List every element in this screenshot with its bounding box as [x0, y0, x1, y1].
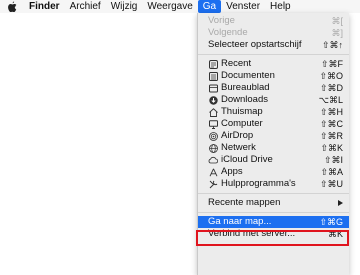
documents-icon [208, 71, 218, 81]
menu-item-shortcut: ⌥⌘L [318, 95, 343, 105]
menu-item-label: iCloud Drive [221, 154, 273, 165]
computer-icon [208, 119, 218, 129]
menu-item-label: Downloads [221, 94, 268, 105]
menu-item-airdrop[interactable]: AirDrop ⇧⌘R [198, 130, 349, 142]
menu-item-selecteer-opstartschijf[interactable]: Selecteer opstartschijf ⇧⌘↑ [198, 39, 349, 51]
menu-item-thuismap[interactable]: Thuismap ⇧⌘H [198, 106, 349, 118]
menu-bar: Finder Archief Wijzig Weergave Ga Venste… [0, 0, 360, 13]
menu-item-recent[interactable]: Recent ⇧⌘F [198, 58, 349, 70]
menubar-help[interactable]: Help [265, 0, 296, 13]
menu-item-recente-mappen[interactable]: Recente mappen [198, 197, 349, 209]
menu-item-shortcut: ⇧⌘↑ [321, 40, 343, 50]
submenu-arrow-icon [338, 200, 343, 206]
icloud-icon [208, 155, 218, 165]
downloads-icon [208, 95, 218, 105]
menu-item-label: Recent [221, 58, 252, 69]
menu-item-label: Apps [221, 166, 243, 177]
menu-item-label: Bureaublad [221, 82, 270, 93]
menu-item-downloads[interactable]: Downloads ⌥⌘L [198, 94, 349, 106]
apple-logo-icon[interactable] [0, 0, 23, 13]
utilities-icon [208, 179, 218, 189]
menubar-weergave[interactable]: Weergave [142, 0, 197, 13]
annotation-highlight-box [196, 230, 349, 246]
menu-separator [198, 212, 349, 213]
menu-item-shortcut: ⇧⌘O [319, 71, 343, 81]
apps-icon [208, 167, 218, 177]
menu-item-shortcut: ⇧⌘I [323, 155, 343, 165]
menu-item-volgende[interactable]: Volgende ⌘] [198, 27, 349, 39]
menu-item-shortcut: ⇧⌘C [319, 119, 343, 129]
home-icon [208, 107, 218, 117]
menu-item-label: Volgende [208, 27, 248, 38]
menubar-archief[interactable]: Archief [65, 0, 106, 13]
recent-icon [208, 59, 218, 69]
menu-item-shortcut: ⇧⌘F [320, 59, 343, 69]
desktop-icon [208, 83, 218, 93]
menubar-venster[interactable]: Venster [221, 0, 265, 13]
network-icon [208, 143, 218, 153]
menu-item-label: Vorige [208, 15, 235, 26]
menu-item-bureaublad[interactable]: Bureaublad ⇧⌘D [198, 82, 349, 94]
menubar-finder[interactable]: Finder [23, 0, 65, 13]
menu-item-netwerk[interactable]: Netwerk ⇧⌘K [198, 142, 349, 154]
airdrop-icon [208, 131, 218, 141]
menu-item-label: Documenten [221, 70, 275, 81]
menu-item-label: Thuismap [221, 106, 263, 117]
menu-item-hulpprogrammas[interactable]: Hulpprogramma's ⇧⌘U [198, 178, 349, 190]
menu-item-label: Ga naar map... [208, 216, 272, 227]
menubar-ga[interactable]: Ga [197, 0, 222, 13]
menu-item-shortcut: ⇧⌘D [319, 83, 343, 93]
menu-item-shortcut: ⇧⌘U [319, 179, 343, 189]
menu-item-ga-naar-map[interactable]: Ga naar map... ⇧⌘G [198, 216, 349, 228]
menu-separator [198, 54, 349, 55]
menu-item-label: Selecteer opstartschijf [208, 39, 302, 50]
menu-item-icloud-drive[interactable]: iCloud Drive ⇧⌘I [198, 154, 349, 166]
menu-item-computer[interactable]: Computer ⇧⌘C [198, 118, 349, 130]
menu-item-label: Recente mappen [208, 197, 281, 208]
menu-item-vorige[interactable]: Vorige ⌘[ [198, 15, 349, 27]
menubar-wijzig[interactable]: Wijzig [106, 0, 143, 13]
menu-item-shortcut: ⌘] [331, 28, 343, 38]
menu-item-shortcut: ⇧⌘G [319, 217, 343, 227]
menu-separator [198, 193, 349, 194]
menu-item-shortcut: ⇧⌘H [319, 107, 343, 117]
menu-item-label: Netwerk [221, 142, 256, 153]
menu-item-shortcut: ⇧⌘R [319, 131, 343, 141]
menu-item-shortcut: ⇧⌘A [320, 167, 343, 177]
menu-item-shortcut: ⌘[ [331, 16, 343, 26]
menu-item-label: Hulpprogramma's [221, 178, 296, 189]
menu-item-label: AirDrop [221, 130, 254, 141]
menu-item-label: Computer [221, 118, 263, 129]
menu-item-apps[interactable]: Apps ⇧⌘A [198, 166, 349, 178]
menu-item-documenten[interactable]: Documenten ⇧⌘O [198, 70, 349, 82]
menu-item-shortcut: ⇧⌘K [320, 143, 343, 153]
